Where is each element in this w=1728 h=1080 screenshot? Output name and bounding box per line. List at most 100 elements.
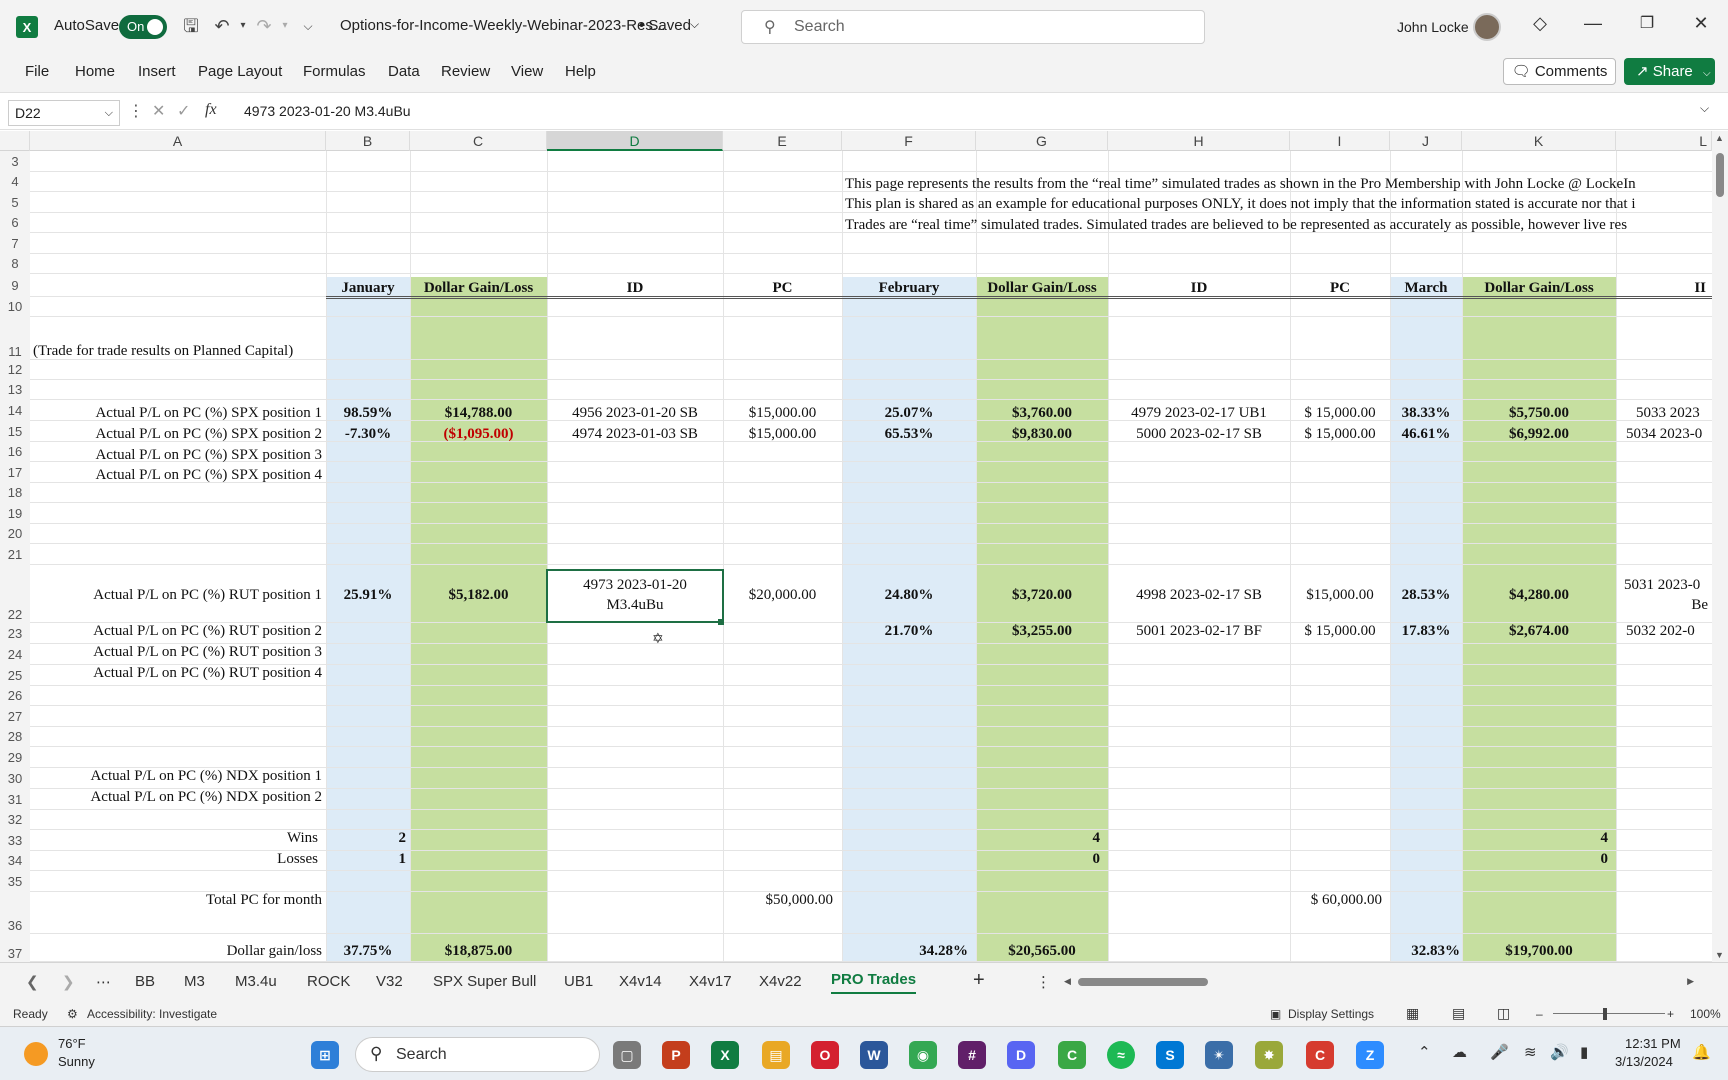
tab-rock[interactable]: ROCK xyxy=(307,973,350,990)
onedrive-icon[interactable]: ☁ xyxy=(1452,1043,1467,1061)
cell-k15[interactable]: $6,992.00 xyxy=(1462,426,1616,443)
saved-status[interactable]: • Saved xyxy=(639,17,691,34)
taskbar-search[interactable]: ⚲ Search xyxy=(355,1037,600,1072)
row-header[interactable]: 36 xyxy=(0,892,30,934)
row-header[interactable]: 4 xyxy=(0,172,30,192)
header-pc-jan[interactable]: PC xyxy=(723,280,842,297)
cell-d14[interactable]: 4956 2023-01-20 SB xyxy=(547,405,723,422)
label-spx-4[interactable]: Actual P/L on PC (%) SPX position 4 xyxy=(30,467,322,484)
expand-formula-icon[interactable]: ⌵ xyxy=(1700,101,1709,116)
cell-j15[interactable]: 46.61% xyxy=(1390,426,1462,443)
cell-e36[interactable]: $50,000.00 xyxy=(723,892,834,909)
zoom-in-icon[interactable]: + xyxy=(1667,1007,1674,1021)
menu-view[interactable]: View xyxy=(511,63,543,80)
comments-button[interactable]: 🗨 Comments xyxy=(1503,58,1616,85)
column-header-k[interactable]: K xyxy=(1462,131,1616,151)
cell-k34[interactable]: 0 xyxy=(1462,851,1609,868)
customize-toolbar-icon[interactable]: ⌵ xyxy=(297,14,319,38)
cell-i36[interactable]: $ 60,000.00 xyxy=(1290,892,1382,909)
row-header[interactable]: 33 xyxy=(0,830,30,851)
display-settings[interactable]: Display Settings xyxy=(1288,1007,1374,1021)
row-header[interactable]: 34 xyxy=(0,851,30,871)
column-header-f[interactable]: F xyxy=(842,131,976,151)
scroll-left-icon[interactable]: ◀ xyxy=(1064,976,1071,987)
row-header[interactable]: 16 xyxy=(0,442,30,462)
cell-g15[interactable]: $9,830.00 xyxy=(976,426,1108,443)
tab-x4v17[interactable]: X4v17 xyxy=(689,973,732,990)
row-header[interactable]: 8 xyxy=(0,254,30,274)
row-header[interactable]: 29 xyxy=(0,747,30,768)
more-icon[interactable]: ⋮ xyxy=(128,101,144,121)
vertical-scroll-thumb[interactable] xyxy=(1716,153,1724,197)
close-icon[interactable]: ✕ xyxy=(1687,13,1715,34)
row-header[interactable]: 32 xyxy=(0,810,30,830)
label-total-pc[interactable]: Total PC for month xyxy=(30,892,322,909)
chevron-down-icon[interactable]: ⌵ xyxy=(105,101,113,125)
tray-chevron-icon[interactable]: ⌃ xyxy=(1418,1043,1431,1061)
label-trade-results[interactable]: (Trade for trade results on Planned Capi… xyxy=(33,343,293,360)
tab-options-icon[interactable]: ⋮ xyxy=(1036,973,1051,991)
cell-f22[interactable]: 24.80% xyxy=(842,587,976,604)
row-header[interactable]: 35 xyxy=(0,871,30,892)
cell-k33[interactable]: 4 xyxy=(1462,830,1609,847)
tab-spx-super-bull[interactable]: SPX Super Bull xyxy=(433,973,536,990)
tab-more-icon[interactable]: ⋯ xyxy=(96,973,111,991)
autosave-toggle[interactable]: On xyxy=(119,15,167,39)
camtasia-icon[interactable]: C xyxy=(1058,1041,1086,1069)
cell-b33[interactable]: 2 xyxy=(326,830,407,847)
menu-review[interactable]: Review xyxy=(441,63,490,80)
tab-m3-4u[interactable]: M3.4u xyxy=(235,973,277,990)
save-icon[interactable]: 🖫 xyxy=(180,14,202,38)
row-header[interactable]: 3 xyxy=(0,151,30,172)
label-spx-2[interactable]: Actual P/L on PC (%) SPX position 2 xyxy=(30,426,322,443)
page-layout-view-icon[interactable]: ▤ xyxy=(1452,1005,1465,1022)
clock-date[interactable]: 3/13/2024 xyxy=(1615,1054,1673,1069)
tab-next-icon[interactable]: ❯ xyxy=(62,973,75,991)
user-name[interactable]: John Locke xyxy=(1397,19,1469,35)
diamond-icon[interactable]: ◇ xyxy=(1526,13,1554,34)
label-spx-1[interactable]: Actual P/L on PC (%) SPX position 1 xyxy=(30,405,322,422)
tab-x4v22[interactable]: X4v22 xyxy=(759,973,802,990)
zoom-out-icon[interactable]: – xyxy=(1536,1007,1543,1021)
column-header-i[interactable]: I xyxy=(1290,131,1390,151)
minimize-icon[interactable]: — xyxy=(1579,13,1607,34)
cell-b22[interactable]: 25.91% xyxy=(326,587,410,604)
cell-i14[interactable]: $ 15,000.00 xyxy=(1290,405,1390,422)
tab-bb[interactable]: BB xyxy=(135,973,155,990)
search-box[interactable]: ⚲ Search xyxy=(741,10,1205,44)
volume-icon[interactable]: 🔊 xyxy=(1550,1043,1569,1061)
cell-h23[interactable]: 5001 2023-02-17 BF xyxy=(1108,623,1290,640)
column-header-a[interactable]: A xyxy=(30,131,326,151)
cell-c37[interactable]: $18,875.00 xyxy=(410,943,547,960)
column-header-j[interactable]: J xyxy=(1390,131,1462,151)
sun-icon[interactable] xyxy=(24,1042,48,1066)
cell-f14[interactable]: 25.07% xyxy=(842,405,976,422)
label-wins[interactable]: Wins xyxy=(30,830,318,847)
chevron-down-icon[interactable]: ⌵ xyxy=(690,17,699,32)
undo-icon[interactable]: ↶ xyxy=(211,14,233,38)
menu-home[interactable]: Home xyxy=(75,63,115,80)
display-settings-icon[interactable]: ▣ xyxy=(1270,1007,1281,1021)
accessibility-icon[interactable]: ⚙ xyxy=(67,1007,78,1021)
windows-start-icon[interactable]: ⊞ xyxy=(311,1041,339,1069)
header-february[interactable]: February xyxy=(842,280,976,297)
fill-handle[interactable] xyxy=(718,619,724,625)
row-header[interactable]: 12 xyxy=(0,360,30,380)
weather-condition[interactable]: Sunny xyxy=(58,1054,95,1069)
header-dollar-gain-feb[interactable]: Dollar Gain/Loss xyxy=(976,280,1108,297)
cell-e22[interactable]: $20,000.00 xyxy=(723,587,842,604)
label-rut-1[interactable]: Actual P/L on PC (%) RUT position 1 xyxy=(30,587,322,604)
column-header-b[interactable]: B xyxy=(326,131,410,151)
cell-c15[interactable]: ($1,095.00) xyxy=(410,426,547,443)
worksheet-grid[interactable]: 3 4 5 6 7 8 9 10 11 12 13 14 15 16 17 18 19 20 21 22 23 24 25 2… xyxy=(0,151,1712,962)
row-header[interactable]: 9 xyxy=(0,274,30,297)
cell-k37[interactable]: $19,700.00 xyxy=(1462,943,1616,960)
row-header[interactable]: 37 xyxy=(0,934,30,962)
zoom-slider-thumb[interactable] xyxy=(1603,1008,1607,1020)
redo-dropdown-icon[interactable]: ▾ xyxy=(274,14,296,38)
cell-l14[interactable]: 5033 2023 xyxy=(1636,405,1700,422)
cell-c22[interactable]: $5,182.00 xyxy=(410,587,547,604)
cell-b15[interactable]: -7.30% xyxy=(326,426,410,443)
tab-m3[interactable]: M3 xyxy=(184,973,205,990)
scroll-up-icon[interactable]: ▲ xyxy=(1715,133,1724,143)
